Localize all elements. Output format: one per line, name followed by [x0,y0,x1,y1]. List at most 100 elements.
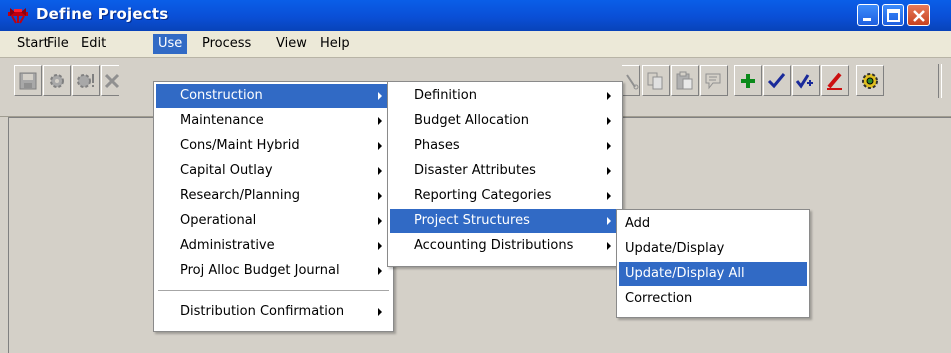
check-all-button[interactable] [792,65,820,96]
menu-item-label: Correction [625,291,693,306]
menu-edit[interactable]: Edit [76,34,111,54]
submenu-arrow-icon [607,217,611,225]
menu-item-maintenance[interactable]: Maintenance [156,109,391,133]
menu-item-research-planning[interactable]: Research/Planning [156,184,391,208]
menu-item-correction[interactable]: Correction [619,287,807,311]
edit-icon [827,72,842,90]
close-button[interactable] [907,4,930,26]
paste-icon [676,71,693,90]
note-button[interactable] [700,65,728,96]
menu-item-label: Capital Outlay [180,163,273,178]
menu-item-label: Definition [414,88,477,103]
menu-item-label: Maintenance [180,113,264,128]
menu-item-update-display-all[interactable]: Update/Display All [619,262,807,286]
menu-item-label: Reporting Categories [414,188,552,203]
gear-button[interactable] [43,65,71,96]
menu-item-label: Construction [180,88,263,103]
add-icon [741,74,755,88]
menu-item-construction[interactable]: Construction [156,84,391,108]
menu-use[interactable]: Use [153,34,188,54]
menu-file[interactable]: File [42,34,74,54]
menu-item-reporting-categories[interactable]: Reporting Categories [390,184,620,208]
menu-item-label: Cons/Maint Hybrid [180,138,300,153]
save-icon [19,72,37,90]
window-title: Define Projects [36,5,169,23]
submenu-arrow-icon [378,117,382,125]
menu-item-budget-allocation[interactable]: Budget Allocation [390,109,620,133]
note-icon [705,73,721,90]
menu-item-label: Add [625,216,651,231]
gear-alert-button[interactable] [72,65,100,96]
delete-button[interactable] [101,65,120,96]
submenu-arrow-icon [378,92,382,100]
submenu-arrow-icon [378,192,382,200]
menu-view[interactable]: View [271,34,312,54]
project-structures-submenu: Add Update/Display Update/Display All Co… [616,209,810,318]
menu-item-capital-outlay[interactable]: Capital Outlay [156,159,391,183]
menu-item-label: Phases [414,138,460,153]
settings-icon [862,73,878,89]
submenu-arrow-icon [378,308,382,316]
menu-item-label: Update/Display All [625,266,745,281]
check-button[interactable] [763,65,791,96]
check-icon [767,73,786,89]
submenu-arrow-icon [607,142,611,150]
menu-item-administrative[interactable]: Administrative [156,234,391,258]
delete-icon [105,73,120,89]
save-button[interactable] [14,65,42,96]
menu-item-label: Project Structures [414,213,530,228]
menu-item-label: Update/Display [625,241,725,256]
title-bar[interactable]: Define Projects [0,0,951,32]
submenu-arrow-icon [378,167,382,175]
menu-item-label: Disaster Attributes [414,163,536,178]
check-all-icon [796,74,813,89]
menu-item-distribution-confirmation[interactable]: Distribution Confirmation [156,300,391,324]
menu-item-operational[interactable]: Operational [156,209,391,233]
submenu-arrow-icon [378,142,382,150]
copy-button[interactable] [642,65,670,96]
submenu-arrow-icon [607,92,611,100]
menu-item-add[interactable]: Add [619,212,807,236]
define-projects-window: Define Projects Start File Edit Use Proc… [0,0,951,353]
menu-item-phases[interactable]: Phases [390,134,620,158]
submenu-arrow-icon [607,192,611,200]
menu-process[interactable]: Process [197,34,256,54]
minimize-button[interactable] [857,4,879,26]
use-menu: Construction Maintenance Cons/Maint Hybr… [153,81,394,332]
menu-item-project-structures[interactable]: Project Structures [390,209,620,233]
menu-item-update-display[interactable]: Update/Display [619,237,807,261]
menu-item-label: Operational [180,213,257,228]
gear-icon [50,74,64,88]
menu-item-label: Distribution Confirmation [180,304,345,319]
copy-icon [647,72,663,90]
menu-item-proj-alloc-budget-journal[interactable]: Proj Alloc Budget Journal [156,259,391,283]
menu-item-cons-maint-hybrid[interactable]: Cons/Maint Hybrid [156,134,391,158]
submenu-arrow-icon [607,242,611,250]
menu-item-label: Proj Alloc Budget Journal [180,263,340,278]
gear-alert-icon [77,74,94,88]
edit-button[interactable] [821,65,849,96]
menu-item-label: Accounting Distributions [414,238,574,253]
menu-item-accounting-distributions[interactable]: Accounting Distributions [390,234,620,258]
submenu-arrow-icon [607,117,611,125]
cut-icon [626,74,639,90]
submenu-arrow-icon [378,267,382,275]
menu-bar: Start File Edit Use Process View Help [0,31,951,58]
add-button[interactable] [734,65,762,96]
settings-button[interactable] [856,65,884,96]
menu-help[interactable]: Help [315,34,355,54]
construction-submenu: Definition Budget Allocation Phases Disa… [387,81,623,267]
app-icon [7,6,29,24]
menu-separator [158,290,389,291]
submenu-arrow-icon [378,217,382,225]
submenu-arrow-icon [378,242,382,250]
menu-item-label: Budget Allocation [414,113,529,128]
submenu-arrow-icon [607,167,611,175]
menu-item-disaster-attributes[interactable]: Disaster Attributes [390,159,620,183]
paste-button[interactable] [671,65,699,96]
menu-item-label: Administrative [180,238,275,253]
maximize-button[interactable] [882,4,904,26]
menu-item-definition[interactable]: Definition [390,84,620,108]
cut-button[interactable] [622,65,640,96]
toolbar-separator [938,64,942,98]
